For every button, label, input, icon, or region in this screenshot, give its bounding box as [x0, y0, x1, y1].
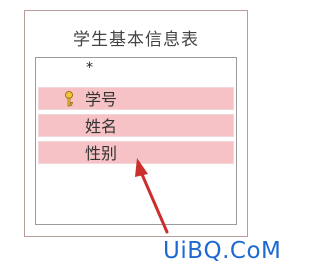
all-fields-asterisk: * [86, 60, 93, 76]
watermark-text: UiBQ.CoM [163, 238, 282, 264]
field-label-gender: 性别 [85, 144, 118, 163]
field-row-gender[interactable]: 性别 [38, 141, 234, 164]
field-list[interactable]: * 学号 姓名 性别 [35, 57, 237, 225]
field-label-student-id: 学号 [85, 90, 118, 109]
screenshot-stage: 学生基本信息表 * 学号 姓名 性别 UiBQ.CoM [0, 0, 333, 280]
field-row-name[interactable]: 姓名 [38, 114, 234, 137]
table-title: 学生基本信息表 [73, 30, 199, 50]
key-icon [64, 90, 76, 108]
field-row-student-id[interactable]: 学号 [38, 87, 234, 110]
field-label-name: 姓名 [85, 117, 118, 136]
table-field-list-window[interactable]: 学生基本信息表 * 学号 姓名 性别 [24, 10, 248, 237]
field-row-all[interactable]: * [38, 60, 234, 83]
